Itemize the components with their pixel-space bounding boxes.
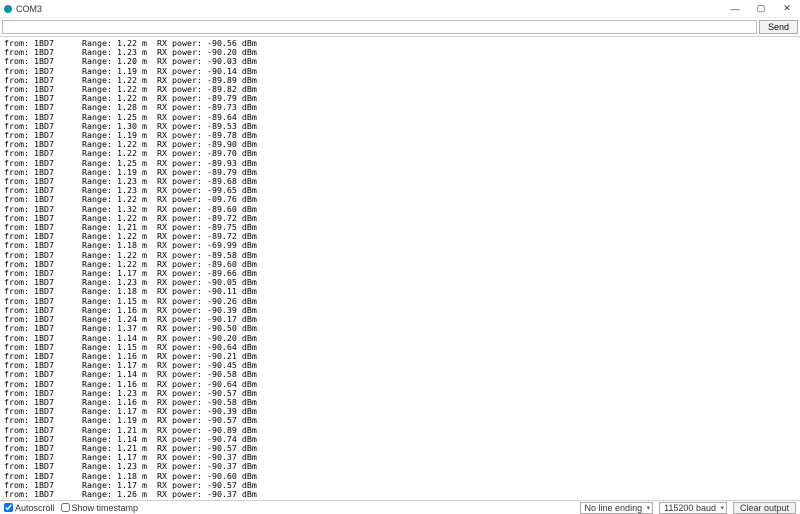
baud-select[interactable]: 115200 baud [659,502,727,514]
autoscroll-checkbox[interactable]: Autoscroll [4,503,55,513]
autoscroll-label: Autoscroll [15,503,55,513]
window-controls: — ▢ ✕ [722,0,800,18]
clear-output-button[interactable]: Clear output [733,502,796,514]
log-line: from: 1BD7Range: 1.26 mRX power: -90.37 … [4,490,800,499]
maximize-button[interactable]: ▢ [748,0,774,18]
title-bar: COM3 — ▢ ✕ [0,0,800,18]
serial-output: from: 1BD7Range: 1.22 mRX power: -90.56 … [0,37,800,500]
baud-value: 115200 baud [664,503,716,513]
send-button[interactable]: Send [759,20,798,34]
autoscroll-input[interactable] [4,503,13,512]
line-ending-value: No line ending [585,503,643,513]
status-bar: Autoscroll Show timestamp No line ending… [0,500,800,514]
send-row: Send [0,18,800,37]
timestamp-checkbox[interactable]: Show timestamp [61,503,139,513]
serial-input[interactable] [2,20,757,34]
clear-label: Clear output [740,503,789,513]
app-icon [4,5,12,13]
timestamp-input[interactable] [61,503,70,512]
close-button[interactable]: ✕ [774,0,800,18]
minimize-button[interactable]: — [722,0,748,18]
line-ending-select[interactable]: No line ending [580,502,654,514]
timestamp-label: Show timestamp [72,503,139,513]
window-title: COM3 [16,4,722,14]
